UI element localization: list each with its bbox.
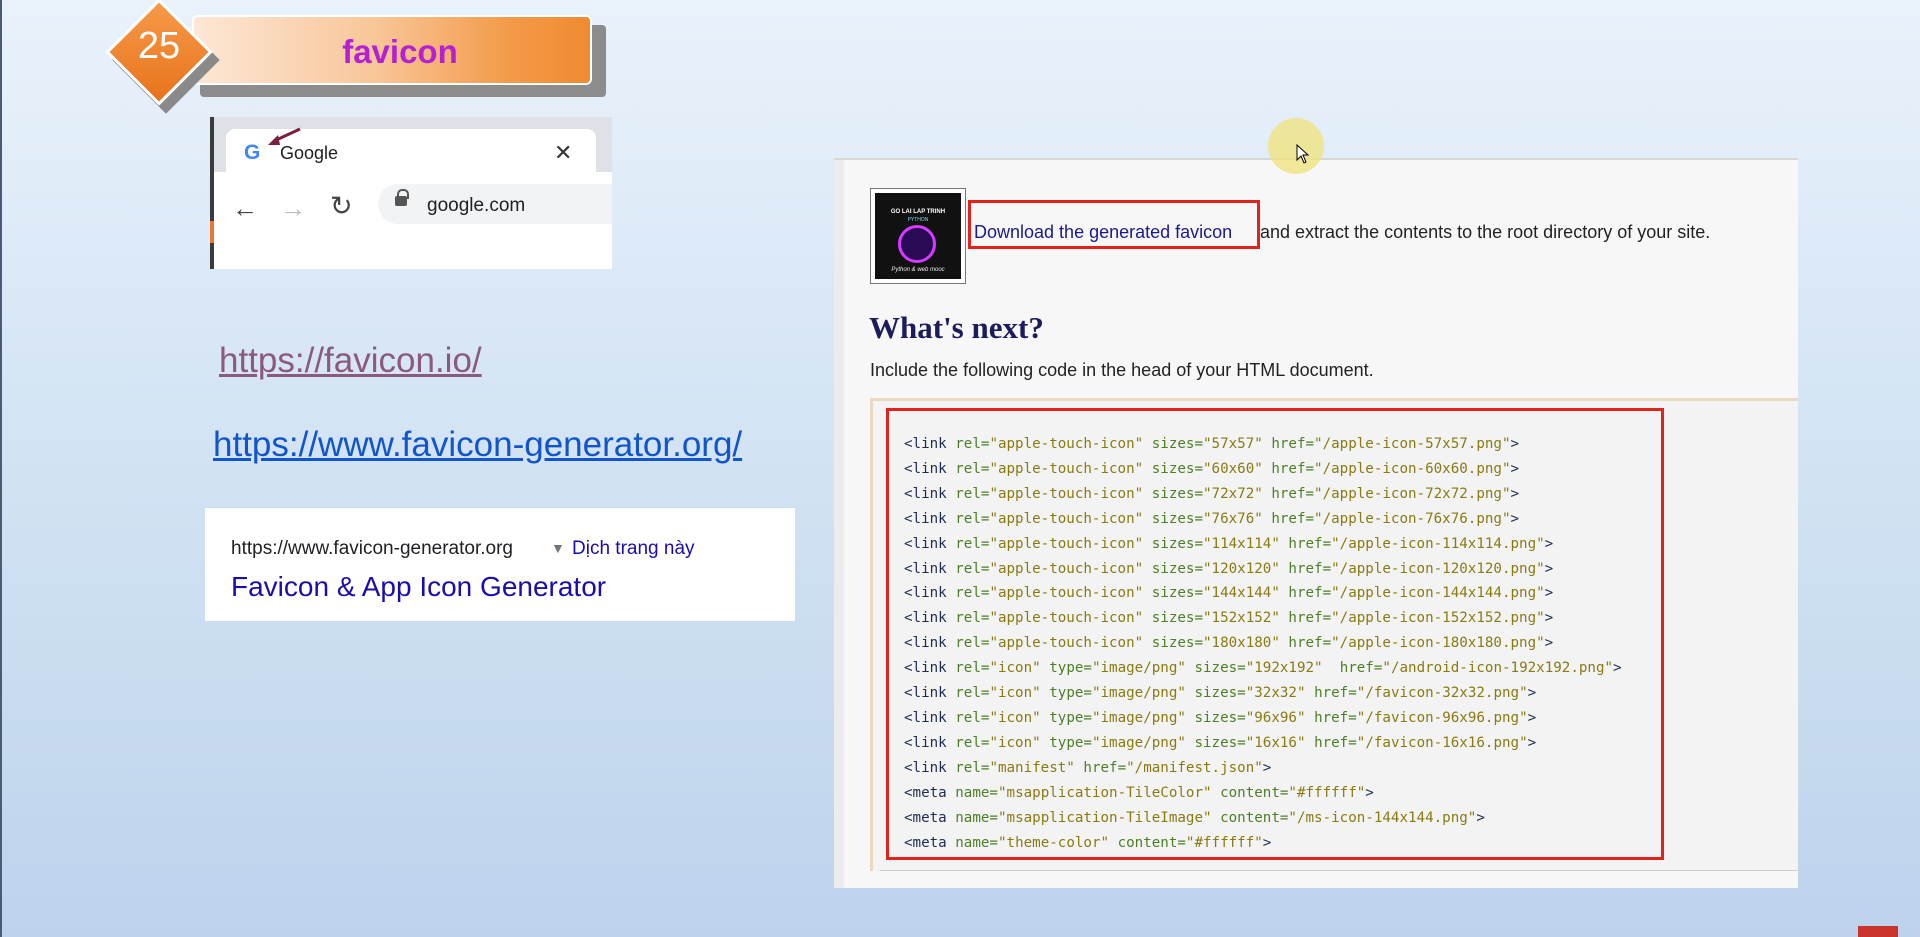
favicon-thumbnail: GO LAI LAP TRINH PYTHON Python & web moo… [870,188,966,284]
mouse-pointer-icon [1296,144,1310,164]
result-url: https://www.favicon-generator.org [231,538,513,559]
code-instruction: Include the following code in the head o… [870,360,1374,380]
window-edge [0,0,2,937]
thumbnail-image: GO LAI LAP TRINH PYTHON Python & web moo… [875,193,961,279]
close-icon: ✕ [554,140,573,165]
favicon-io-link[interactable]: https://favicon.io/ [219,341,482,381]
download-highlight-box [968,200,1260,249]
screenshot-edge [210,117,214,269]
lock-icon [395,196,407,206]
thumbnail-text-3: Python & web mooc [891,267,945,273]
whats-next-heading: What's next? [869,310,1044,345]
reload-icon: ↻ [330,191,353,221]
dropdown-caret-icon[interactable]: ▼ [551,540,565,556]
browser-screenshot: G Google ✕ ← → ↻ google.com [210,117,612,269]
panel-scroll-gutter [834,160,844,888]
slide-title: favicon [342,33,458,70]
thumbnail-text-2: PYTHON [907,217,929,223]
download-instruction: and extract the contents to the root dir… [1260,222,1711,242]
thumbnail-logo-icon [898,225,936,263]
slide-number: 25 [137,25,181,67]
google-g-icon: G [244,141,261,164]
tab-title: Google [280,143,339,163]
favicon-generator-link[interactable]: https://www.favicon-generator.org/ [213,425,742,465]
address-text: google.com [427,195,526,216]
thumbnail-text-1: GO LAI LAP TRINH [890,209,946,215]
code-highlight-box [886,408,1664,860]
forward-arrow-icon: → [280,193,306,223]
result-title-link[interactable]: Favicon & App Icon Generator [231,571,606,603]
back-arrow-icon: ← [232,193,258,223]
corner-logo [1858,926,1898,937]
translate-link[interactable]: Dịch trang này [572,538,695,560]
code-block-border [880,870,1798,871]
search-result-card: https://www.favicon-generator.org ▼ Dịch… [205,508,795,621]
screenshot-accent [210,221,214,243]
